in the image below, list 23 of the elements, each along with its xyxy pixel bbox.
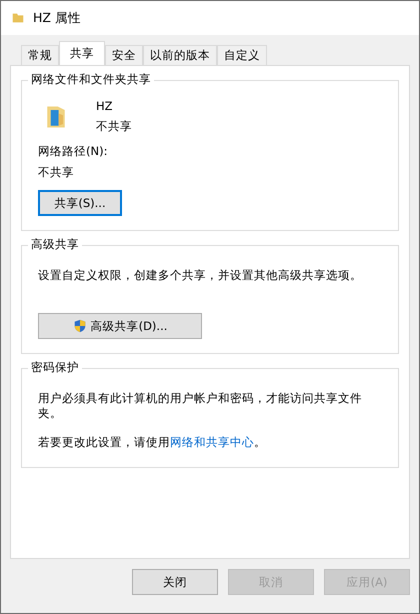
tab[interactable]: 共享 (59, 41, 105, 65)
group-title: 网络文件和文件夹共享 (28, 72, 154, 87)
description: 用户必须具有此计算机的用户帐户和密码，才能访问共享文件夹。 (38, 391, 363, 421)
tab[interactable]: 安全 (105, 45, 143, 65)
folder-name: HZ (96, 99, 114, 113)
path-label: 网络路径(N): (38, 144, 108, 159)
hint-text: 若要更改此设置，请使用 (38, 435, 170, 450)
group-title: 密码保护 (28, 360, 82, 375)
description: 设置自定义权限，创建多个共享，并设置其他高级共享选项。 (38, 268, 363, 283)
tab[interactable]: 自定义 (217, 45, 267, 65)
hint-text: 。 (254, 435, 266, 450)
folder-icon (11, 11, 25, 25)
dialog-button[interactable]: 关闭 (132, 569, 218, 595)
window-title: HZ 属性 (33, 10, 81, 26)
advanced-sharing-button[interactable]: 高级共享(D)... (38, 313, 202, 339)
network-center-link[interactable]: 网络和共享中心 (170, 435, 254, 450)
share-status: 不共享 (96, 119, 132, 134)
path-value: 不共享 (38, 165, 75, 180)
tab[interactable]: 常规 (21, 45, 59, 65)
share-button[interactable]: 共享(S)... (38, 190, 122, 216)
tab[interactable]: 以前的版本 (143, 45, 217, 65)
group-title: 高级共享 (28, 237, 82, 252)
shield-icon (72, 319, 87, 333)
